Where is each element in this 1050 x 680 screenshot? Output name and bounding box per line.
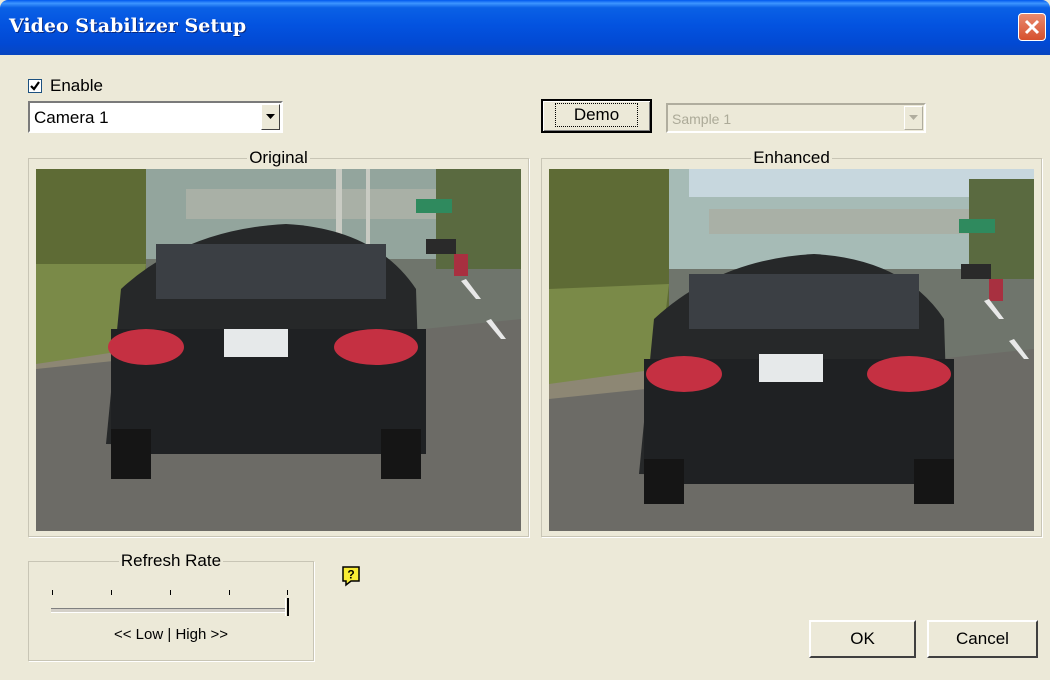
camera-select[interactable]: Camera 1	[28, 101, 283, 133]
slider-tick	[52, 590, 53, 595]
camera-dropdown-button[interactable]	[261, 104, 280, 130]
enable-label: Enable	[50, 76, 103, 95]
refresh-rate-label: Refresh Rate	[118, 551, 224, 570]
enable-row[interactable]: Enable	[28, 76, 103, 96]
slider-tick	[170, 590, 171, 595]
enhanced-panel: Enhanced	[541, 148, 1042, 537]
slider-tick	[287, 590, 288, 595]
chevron-down-icon	[909, 115, 918, 120]
demo-button-label: Demo	[554, 103, 639, 127]
original-legend: Original	[29, 148, 528, 168]
ok-button[interactable]: OK	[809, 620, 916, 658]
refresh-rate-scale: << Low | High >>	[29, 626, 313, 643]
question-help-icon[interactable]: ?	[341, 565, 361, 592]
refresh-rate-slider-track[interactable]	[51, 608, 289, 613]
slider-tick	[111, 590, 112, 595]
sample-select-value: Sample 1	[672, 111, 732, 127]
enhanced-video	[549, 169, 1034, 531]
slider-tick	[229, 590, 230, 595]
scale-separator: |	[167, 626, 172, 643]
high-label: High >>	[175, 626, 228, 643]
checkmark-icon	[30, 81, 40, 91]
original-label: Original	[247, 148, 310, 167]
refresh-rate-legend: Refresh Rate	[29, 551, 313, 571]
refresh-rate-panel: Refresh Rate << Low | High >>	[28, 551, 314, 661]
close-icon	[1024, 19, 1040, 35]
enhanced-legend: Enhanced	[542, 148, 1041, 168]
original-video	[36, 169, 521, 531]
close-button[interactable]	[1018, 13, 1046, 41]
title-bar: Video Stabilizer Setup	[0, 0, 1050, 55]
original-panel: Original	[28, 148, 529, 537]
demo-button[interactable]: Demo	[541, 99, 652, 133]
chevron-down-icon	[266, 114, 275, 119]
cancel-button[interactable]: Cancel	[927, 620, 1038, 658]
sample-select[interactable]: Sample 1	[666, 103, 926, 133]
enhanced-label: Enhanced	[751, 148, 832, 167]
window-title: Video Stabilizer Setup	[9, 15, 247, 37]
enable-checkbox[interactable]	[28, 79, 42, 93]
sample-dropdown-button[interactable]	[904, 106, 923, 130]
svg-text:?: ?	[347, 568, 354, 582]
refresh-rate-slider-thumb[interactable]	[285, 598, 289, 616]
low-label: << Low	[113, 626, 164, 643]
camera-select-value: Camera 1	[34, 108, 109, 127]
